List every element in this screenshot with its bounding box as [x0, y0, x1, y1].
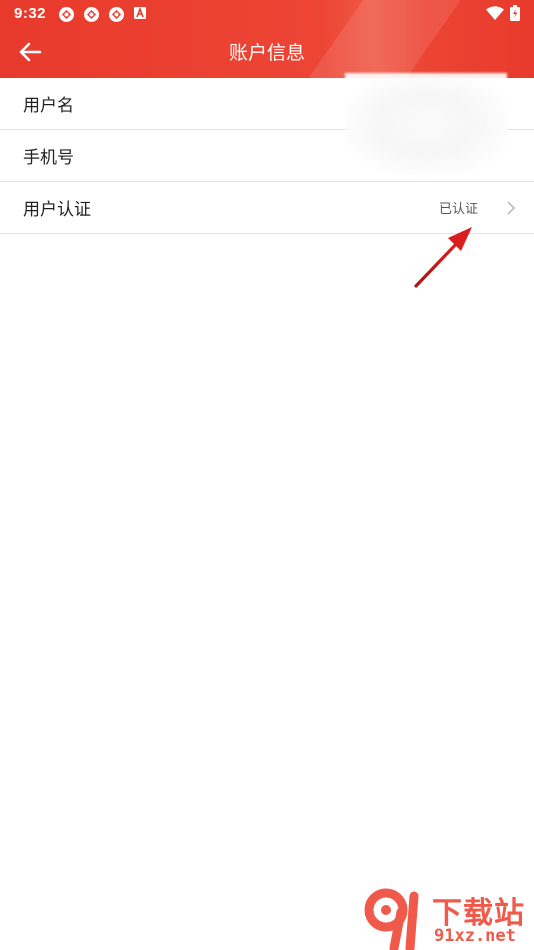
page-title: 账户信息	[228, 43, 305, 64]
app-notification-icon	[109, 7, 124, 22]
status-time: 9:32	[14, 5, 47, 22]
app-notification-icon	[84, 7, 99, 22]
watermark: 下载站 91xz.net	[364, 888, 534, 950]
wifi-icon	[486, 6, 504, 20]
watermark-url: 91xz.net	[434, 926, 516, 946]
verification-status: 已认证	[438, 201, 478, 216]
status-notification-icons	[58, 6, 147, 23]
chevron-right-icon	[507, 201, 516, 215]
annotation-arrow-icon	[414, 227, 472, 288]
status-right-icons	[486, 5, 520, 21]
app-notification-icon	[59, 7, 74, 22]
row-verification-label: 用户认证	[23, 200, 91, 219]
status-bar: 9:32	[0, 0, 534, 28]
battery-icon	[510, 5, 520, 21]
redacted-value-area	[345, 73, 507, 175]
app-bar: 9:32 账户信息	[0, 0, 534, 78]
row-phone-label: 手机号	[23, 148, 74, 167]
row-username-label: 用户名	[23, 96, 74, 115]
a-icon	[134, 6, 146, 19]
watermark-logo-icon	[364, 888, 419, 950]
